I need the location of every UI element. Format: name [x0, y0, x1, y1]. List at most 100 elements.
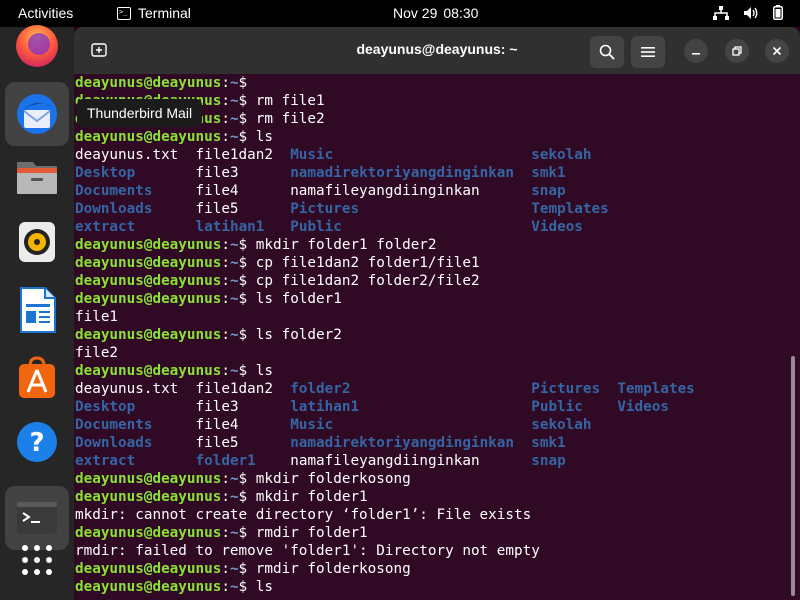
terminal-text-segment: Downloads [75, 201, 153, 217]
terminal-text-segment: Public [531, 399, 583, 415]
terminal-text-segment: $ ls [238, 363, 273, 379]
terminal-text-segment: extract [75, 453, 136, 469]
terminal-text-segment: $ [238, 75, 256, 91]
dock-files[interactable] [5, 146, 69, 210]
terminal-text-segment: ~ [229, 489, 239, 505]
terminal-text-segment: smk1 [531, 165, 566, 181]
terminal-line: rmdir: failed to remove 'folder1': Direc… [75, 542, 695, 560]
terminal-text-segment: namafileyangdiinginkan [255, 453, 532, 469]
terminal-text-segment: snap [531, 453, 566, 469]
show-applications-button[interactable] [5, 528, 69, 592]
terminal-text-segment: deayunus.txt file1dan2 [75, 381, 291, 397]
terminal-lines: deayunus@deayunus:~$ deayunus@deayunus:~… [75, 74, 695, 596]
terminal-text-segment: ~ [229, 561, 239, 577]
terminal-line: Downloads file5 Pictures Templates [75, 200, 695, 218]
terminal-text-segment: : [221, 75, 230, 91]
terminal-text-segment: snap [531, 183, 566, 199]
terminal-line: extract folder1 namafileyangdiinginkan s… [75, 452, 695, 470]
terminal-text-segment: $ mkdir folder1 [238, 489, 368, 505]
terminal-text-segment: sekolah [531, 147, 592, 163]
terminal-text-segment: file2 [75, 345, 119, 361]
scrollbar[interactable] [791, 356, 795, 596]
help-icon: ? [17, 422, 57, 462]
restore-icon [732, 46, 742, 56]
terminal-line: Documents file4 Music sekolah [75, 416, 695, 434]
dock-libreoffice-writer[interactable] [5, 278, 69, 342]
dock-firefox[interactable] [5, 14, 69, 78]
terminal-text-segment: sekolah [531, 417, 592, 433]
terminal-text-segment: Documents [75, 183, 153, 199]
terminal-text-segment: namadirektoriyangdinginkan [290, 435, 514, 451]
terminal-line: deayunus@deayunus:~$ rmdir folder1 [75, 524, 695, 542]
terminal-line: file1 [75, 308, 695, 326]
terminal-text-segment: : [221, 471, 230, 487]
dock-rhythmbox[interactable] [5, 210, 69, 274]
terminal-text-segment: ~ [229, 129, 239, 145]
thunderbird-icon [17, 94, 57, 134]
dock-help[interactable]: ? [5, 410, 69, 474]
terminal-text-segment: : [221, 255, 230, 271]
terminal-text-segment: ~ [229, 363, 239, 379]
dock-thunderbird[interactable] [5, 82, 69, 146]
terminal-text-segment: file5 [152, 201, 291, 217]
dock: ? [0, 25, 74, 600]
terminal-line: deayunus@deayunus:~$ mkdir folder1 folde… [75, 236, 695, 254]
clock-date: Nov 29 [393, 5, 438, 21]
close-icon [772, 46, 782, 56]
app-center-icon [19, 356, 55, 398]
close-button[interactable] [765, 39, 789, 63]
terminal-text-segment: $ ls [238, 579, 273, 595]
terminal-text-segment: ~ [229, 111, 239, 127]
terminal-text-segment: folder1 [195, 453, 256, 469]
maximize-button[interactable] [725, 39, 749, 63]
terminal-line: deayunus@deayunus:~$ rmdir folderkosong [75, 560, 695, 578]
terminal-line: deayunus@deayunus:~$ [75, 74, 695, 92]
clock[interactable]: Nov 29 08:30 [393, 5, 478, 21]
terminal-text-segment: $ ls folder2 [238, 327, 342, 343]
terminal-text-segment: extract [75, 219, 136, 235]
network-icon [713, 5, 729, 20]
terminal-text-segment: ~ [229, 273, 239, 289]
terminal-line: deayunus.txt file1dan2 Music sekolah [75, 146, 695, 164]
dock-app-center[interactable] [5, 346, 69, 410]
terminal-line: deayunus@deayunus:~$ cp file1dan2 folder… [75, 254, 695, 272]
terminal-text-segment: $ mkdir folder1 folder2 [238, 237, 437, 253]
terminal-line: deayunus@deayunus:~$ cp file1dan2 folder… [75, 272, 695, 290]
terminal-line: deayunus@deayunus:~$ ls [75, 362, 695, 380]
terminal-text-segment: deayunus@deayunus [75, 579, 222, 595]
terminal-text-segment: file1 [75, 309, 119, 325]
terminal-text-segment: deayunus@deayunus [75, 327, 222, 343]
terminal-text-segment: file4 [152, 417, 291, 433]
terminal-text-segment: mkdir: cannot create directory ‘folder1’… [75, 507, 532, 523]
search-button[interactable] [590, 36, 624, 68]
terminal-text-segment: latihan1 [195, 219, 265, 235]
terminal-line: Documents file4 namafileyangdiinginkan s… [75, 182, 695, 200]
terminal-text-segment: deayunus@deayunus [75, 237, 222, 253]
writer-icon [20, 287, 56, 333]
terminal-text-segment: deayunus@deayunus [75, 363, 222, 379]
app-menu[interactable]: >_ Terminal [117, 5, 191, 21]
terminal-text-segment: : [221, 237, 230, 253]
volume-icon [744, 6, 758, 19]
menu-button[interactable] [631, 36, 665, 68]
system-tray[interactable] [713, 5, 783, 20]
terminal-output[interactable]: deayunus@deayunus:~$ deayunus@deayunus:~… [74, 74, 800, 600]
svg-text:?: ? [29, 428, 44, 458]
terminal-text-segment: $ cp file1dan2 folder2/file2 [238, 273, 480, 289]
terminal-text-segment: : [221, 111, 230, 127]
terminal-text-segment: : [221, 327, 230, 343]
header-bar[interactable]: deayunus@deayunus: ~ [74, 27, 800, 74]
terminal-text-segment: ~ [229, 237, 239, 253]
terminal-line: extract latihan1 Public Videos [75, 218, 695, 236]
terminal-text-segment: Templates [617, 381, 695, 397]
terminal-text-segment: : [221, 363, 230, 379]
terminal-text-segment: file3 [135, 399, 291, 415]
terminal-text-segment: deayunus@deayunus [75, 489, 222, 505]
terminal-text-segment: Pictures [531, 381, 601, 397]
minimize-button[interactable] [684, 39, 708, 63]
terminal-line: deayunus@deayunus:~$ ls folder1 [75, 290, 695, 308]
